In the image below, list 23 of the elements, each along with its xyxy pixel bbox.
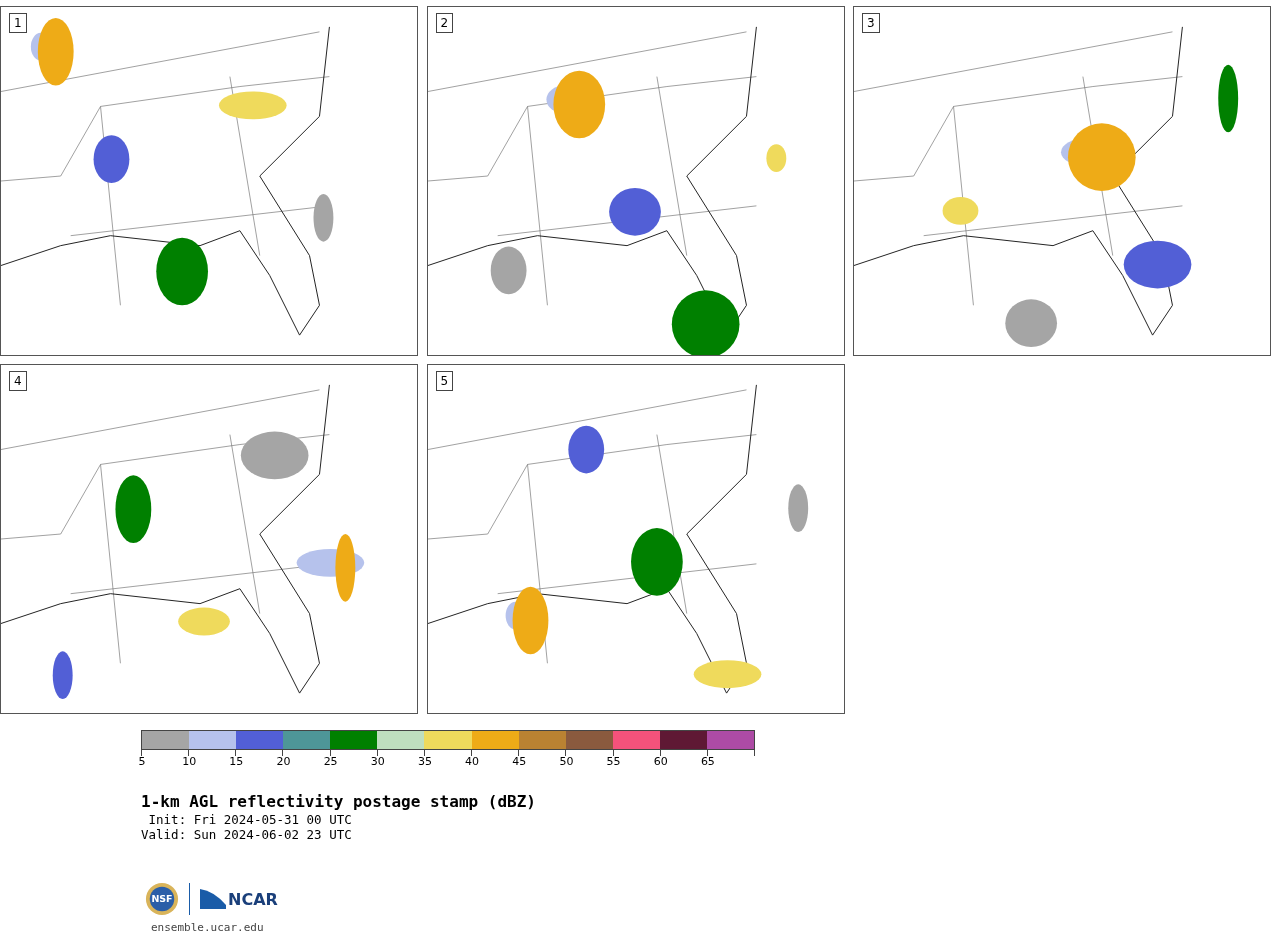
panel-number: 3 [862, 13, 880, 33]
tick-label: 60 [653, 755, 668, 768]
tick-label: 45 [512, 755, 527, 768]
init-time: Init: Fri 2024-05-31 00 UTC [147, 812, 353, 827]
tick-label: 5 [138, 755, 146, 768]
tick-label: 35 [417, 755, 432, 768]
tick-label: 10 [182, 755, 197, 768]
nsf-logo: NSF [145, 882, 179, 916]
valid-time: Valid: Sun 2024-06-02 23 UTC [141, 827, 353, 842]
tick-label: 25 [323, 755, 338, 768]
tick-label: 65 [700, 755, 715, 768]
tick-label: 50 [559, 755, 574, 768]
ncar-logo-text: NCAR [228, 889, 278, 909]
tick-label: 20 [276, 755, 291, 768]
chart-title: 1-km AGL reflectivity postage stamp (dBZ) [141, 792, 537, 812]
panel-number: 1 [9, 13, 27, 33]
panel-number: 4 [9, 371, 27, 391]
tick-label: 15 [229, 755, 244, 768]
tick-label: 40 [465, 755, 480, 768]
tick-label: 55 [606, 755, 621, 768]
website-url: ensemble.ucar.edu [151, 921, 265, 934]
ncar-swoosh-icon [200, 889, 226, 909]
tick-label: 30 [370, 755, 385, 768]
